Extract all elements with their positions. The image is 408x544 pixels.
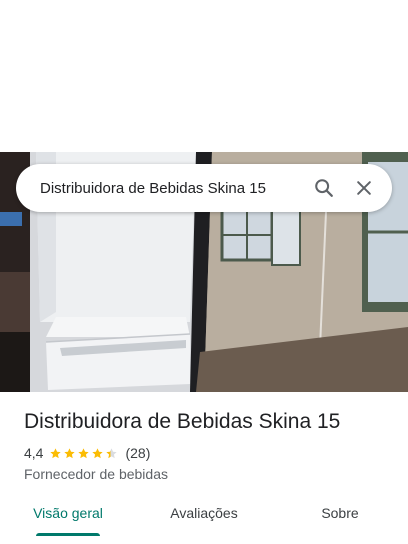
star-icon bbox=[78, 447, 90, 458]
close-icon[interactable] bbox=[344, 168, 384, 208]
review-count[interactable]: (28) bbox=[125, 445, 150, 461]
place-details: Distribuidora de Bebidas Skina 15 4,4 (2… bbox=[0, 392, 408, 544]
tab-reviews[interactable]: Avaliações bbox=[136, 500, 272, 544]
star-icon bbox=[64, 447, 76, 458]
place-title: Distribuidora de Bebidas Skina 15 bbox=[24, 410, 341, 433]
star-icon bbox=[106, 447, 118, 458]
tab-about[interactable]: Sobre bbox=[272, 500, 408, 544]
star-icon bbox=[50, 447, 62, 458]
rating-value: 4,4 bbox=[24, 445, 44, 461]
search-input[interactable]: Distribuidora de Bebidas Skina 15 bbox=[40, 180, 304, 197]
tab-reviews-label: Avaliações bbox=[170, 505, 238, 521]
place-tabs: Visão geral Avaliações Sobre bbox=[0, 500, 408, 544]
tab-overview-label: Visão geral bbox=[33, 505, 103, 521]
place-category[interactable]: Fornecedor de bebidas bbox=[24, 466, 168, 482]
active-tab-indicator bbox=[36, 533, 100, 536]
rating-stars bbox=[49, 447, 119, 460]
rating-row[interactable]: 4,4 (28) bbox=[24, 445, 150, 461]
tab-overview[interactable]: Visão geral bbox=[0, 500, 136, 544]
search-icon[interactable] bbox=[304, 168, 344, 208]
tab-about-label: Sobre bbox=[321, 505, 359, 521]
star-icon bbox=[92, 447, 104, 458]
search-bar[interactable]: Distribuidora de Bebidas Skina 15 bbox=[16, 164, 392, 212]
top-blank-area bbox=[0, 0, 408, 152]
